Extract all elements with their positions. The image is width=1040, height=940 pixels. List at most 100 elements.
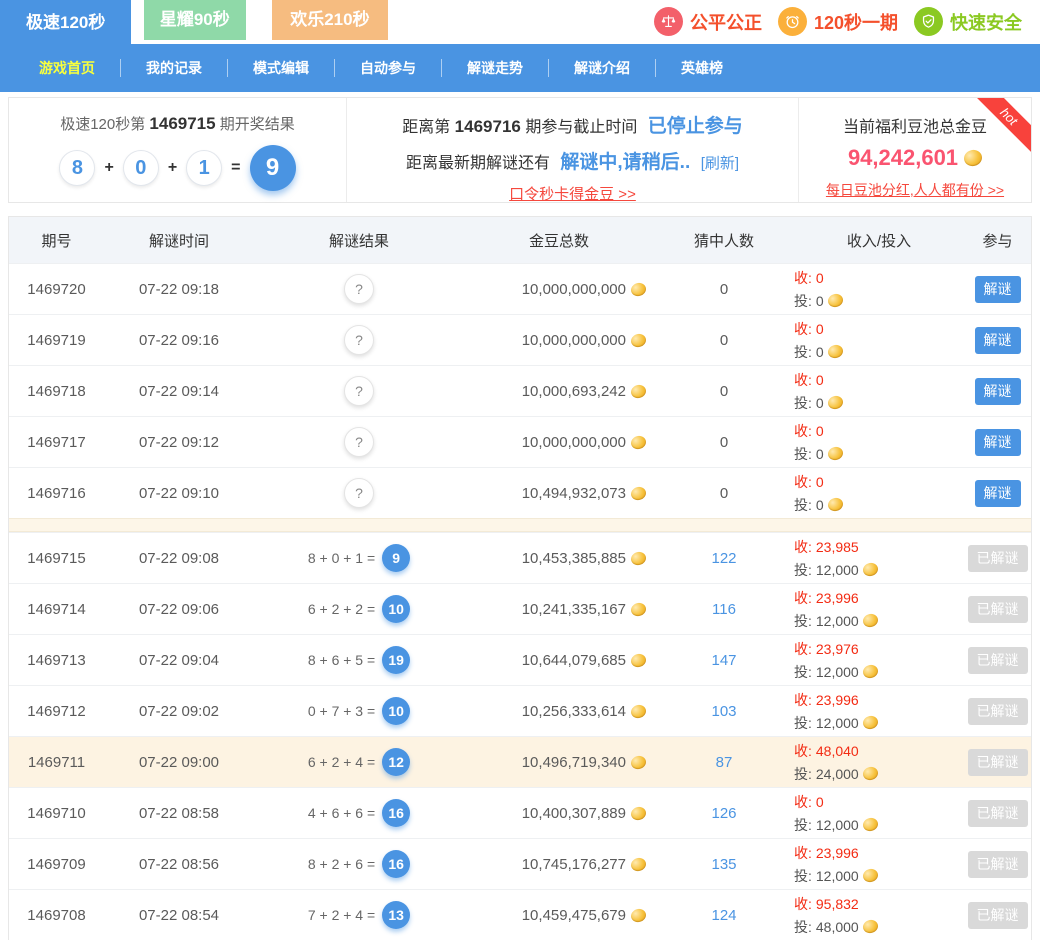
participate-button[interactable]: 解谜 — [975, 276, 1021, 303]
participate-button[interactable]: 解谜 — [975, 327, 1021, 354]
income-label: 收: — [794, 792, 812, 812]
deadline-issue-number: 1469716 — [455, 117, 521, 136]
pool-amount: 10,453,385,885 — [522, 550, 626, 567]
guess-count: 0 — [654, 434, 794, 451]
income-value: 0 — [816, 372, 824, 388]
table-row: 1469708 07-22 08:54 7 + 2 + 4 = 13 10,45… — [9, 889, 1031, 940]
invest-line: 投: 0 — [794, 391, 843, 414]
result-sum-circle: 13 — [382, 901, 410, 929]
refresh-link[interactable]: [刷新] — [701, 155, 739, 172]
invest-line: 投: 12,000 — [794, 660, 878, 683]
coin-icon — [861, 867, 879, 883]
guess-count[interactable]: 87 — [654, 754, 794, 771]
guess-count[interactable]: 124 — [654, 907, 794, 924]
income-invest-cell: 收: 48,040 投: 24,000 — [794, 739, 964, 785]
latest-result-section: 极速120秒第 1469715 期开奖结果 8 + 0 + 1 = 9 — [9, 98, 347, 202]
participate-button[interactable]: 已解谜 — [968, 800, 1028, 827]
income-label: 收: — [794, 639, 812, 659]
guess-count[interactable]: 126 — [654, 805, 794, 822]
coin-icon — [826, 343, 844, 359]
coin-icon — [861, 918, 879, 934]
issue-cell: 1469710 — [9, 805, 104, 822]
pool-cell: 10,459,475,679 — [464, 907, 654, 924]
header-income-invest: 收入/投入 — [794, 230, 964, 251]
invest-value: 12,000 — [816, 868, 859, 884]
pool-amount: 10,494,932,073 — [522, 485, 626, 502]
unknown-result-icon: ? — [344, 478, 374, 508]
guess-count[interactable]: 103 — [654, 703, 794, 720]
result-formula: 6 + 2 + 2 = — [308, 601, 375, 617]
invest-label: 投: — [794, 444, 812, 464]
table-row: 1469712 07-22 09:02 0 + 7 + 3 = 10 10,25… — [9, 685, 1031, 736]
shield-check-icon — [914, 7, 943, 36]
info-panel: 极速120秒第 1469715 期开奖结果 8 + 0 + 1 = 9 距离第 … — [8, 97, 1032, 203]
guess-count: 0 — [654, 485, 794, 502]
participate-button[interactable]: 已解谜 — [968, 851, 1028, 878]
result-cell: 8 + 6 + 5 = 19 — [254, 646, 464, 674]
deadline-mid: 期参与截止时间 — [525, 119, 637, 136]
issue-cell: 1469708 — [9, 907, 104, 924]
pool-cell: 10,496,719,340 — [464, 754, 654, 771]
nav-item-auto-join[interactable]: 自动参与 — [335, 58, 441, 78]
issue-cell: 1469717 — [9, 434, 104, 451]
table-row: 1469718 07-22 09:14 ? 10,000,693,242 0 收… — [9, 365, 1031, 416]
action-cell: 已解谜 — [964, 749, 1031, 776]
promo-link[interactable]: 口令秒卡得金豆 >> — [509, 183, 636, 204]
participate-button[interactable]: 解谜 — [975, 480, 1021, 507]
coin-icon — [630, 550, 648, 566]
action-cell: 解谜 — [964, 378, 1031, 405]
action-cell: 解谜 — [964, 429, 1031, 456]
participate-button[interactable]: 已解谜 — [968, 647, 1028, 674]
guess-count[interactable]: 116 — [654, 601, 794, 618]
guess-count[interactable]: 135 — [654, 856, 794, 873]
income-invest-cell: 收: 0 投: 0 — [794, 317, 964, 363]
nav-item-home[interactable]: 游戏首页 — [14, 58, 120, 78]
participate-button[interactable]: 解谜 — [975, 378, 1021, 405]
result-title-suffix: 期开奖结果 — [220, 116, 295, 133]
guess-count[interactable]: 147 — [654, 652, 794, 669]
invest-line: 投: 12,000 — [794, 609, 878, 632]
nav-item-intro[interactable]: 解谜介绍 — [549, 58, 655, 78]
result-digit-1: 8 — [59, 150, 95, 186]
action-cell: 已解谜 — [964, 596, 1031, 623]
invest-line: 投: 0 — [794, 442, 843, 465]
income-invest-cell: 收: 23,996 投: 12,000 — [794, 688, 964, 734]
participate-button[interactable]: 已解谜 — [968, 749, 1028, 776]
result-cell: 4 + 6 + 6 = 16 — [254, 799, 464, 827]
nav-item-mode-edit[interactable]: 模式编辑 — [228, 58, 334, 78]
result-cell: 6 + 2 + 4 = 12 — [254, 748, 464, 776]
participate-button[interactable]: 已解谜 — [968, 902, 1028, 929]
result-digit-3: 1 — [186, 150, 222, 186]
nav-item-my-records[interactable]: 我的记录 — [121, 58, 227, 78]
nav-item-heroes[interactable]: 英雄榜 — [656, 58, 748, 78]
guess-count[interactable]: 122 — [654, 550, 794, 567]
nav-item-trend[interactable]: 解谜走势 — [442, 58, 548, 78]
unknown-result-icon: ? — [344, 376, 374, 406]
tab-happy-210s[interactable]: 欢乐210秒 — [272, 0, 387, 40]
participate-button[interactable]: 解谜 — [975, 429, 1021, 456]
participate-button[interactable]: 已解谜 — [968, 698, 1028, 725]
invest-value: 48,000 — [816, 919, 859, 935]
participate-button[interactable]: 已解谜 — [968, 596, 1028, 623]
time-cell: 07-22 09:04 — [104, 652, 254, 669]
coin-icon — [861, 612, 879, 628]
invest-label: 投: — [794, 917, 812, 937]
promo-line: 口令秒卡得金豆 >> — [347, 174, 798, 204]
invest-label: 投: — [794, 764, 812, 784]
pool-amount: 10,644,079,685 — [522, 652, 626, 669]
tab-speed-120s[interactable]: 极速120秒 — [0, 0, 131, 44]
solving-line: 距离最新期解谜还有 解谜中,请稍后.. [刷新] — [347, 147, 798, 174]
coin-icon — [630, 601, 648, 617]
badge-fairness: 公平公正 — [654, 7, 762, 36]
income-line: 收: 0 — [794, 790, 824, 813]
income-value: 0 — [816, 474, 824, 490]
income-line: 收: 0 — [794, 317, 824, 340]
coin-icon — [630, 805, 648, 821]
participate-button[interactable]: 已解谜 — [968, 545, 1028, 572]
result-formula: 0 + 7 + 3 = — [308, 703, 375, 719]
table-body: 1469720 07-22 09:18 ? 10,000,000,000 0 收… — [9, 263, 1031, 940]
income-line: 收: 23,996 — [794, 586, 859, 609]
dividend-link[interactable]: 每日豆池分红,人人都有份 >> — [826, 180, 1004, 200]
income-value: 95,832 — [816, 896, 859, 912]
tab-star-90s[interactable]: 星耀90秒 — [144, 0, 246, 40]
